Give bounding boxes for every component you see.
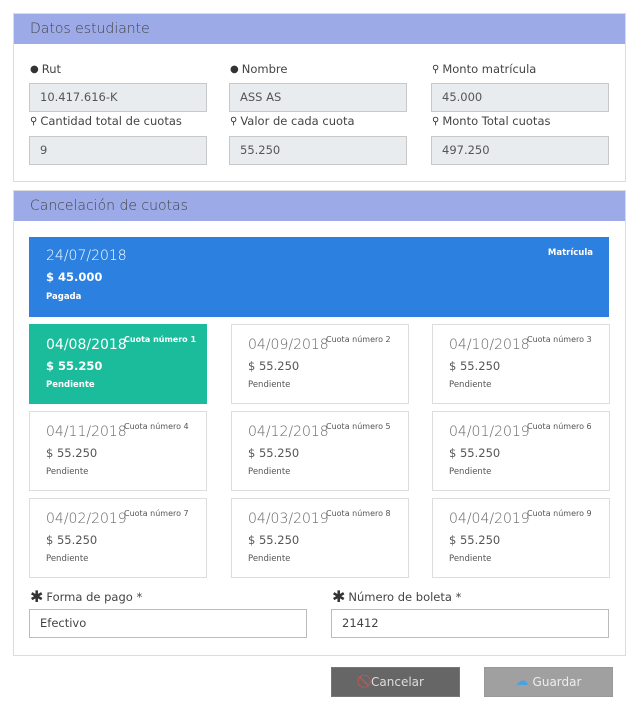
save-button[interactable]: ☁ Guardar (484, 667, 613, 697)
cuota-number: Cuota número 5 (326, 422, 391, 431)
student-panel-title: Datos estudiante (14, 14, 625, 44)
user-icon: ● (230, 63, 239, 75)
cuota-amount: $ 55.250 (449, 446, 501, 460)
cuota-status: Pendiente (449, 467, 492, 477)
cuota-card[interactable]: 04/03/2019 Cuota número 8 $ 55.250 Pendi… (231, 498, 409, 578)
cuota-status: Pendiente (46, 554, 89, 564)
cuota-number: Cuota número 7 (124, 509, 189, 518)
cuota-amount: $ 55.250 (248, 359, 300, 373)
cuota-card[interactable]: 04/10/2018 Cuota número 3 $ 55.250 Pendi… (432, 324, 610, 404)
cuota-status: Pendiente (248, 380, 291, 390)
field-value[interactable]: 10.417.616-K (29, 83, 207, 112)
payments-panel-title: Cancelación de cuotas (14, 191, 625, 221)
cuota-number: Cuota número 1 (124, 335, 197, 344)
cuota-date: 04/08/2018 (46, 337, 127, 353)
field-value[interactable]: 55.250 (229, 136, 407, 165)
cuota-date: 04/01/2019 (449, 424, 530, 440)
cuota-amount: $ 55.250 (248, 533, 300, 547)
cuota-date: 04/10/2018 (449, 337, 530, 353)
field-label: ⚲ Monto Total cuotas (432, 114, 551, 128)
matricula-date: 24/07/2018 (46, 248, 127, 264)
cuota-status: Pendiente (248, 554, 291, 564)
cancel-button[interactable]: ⃠ Cancelar (331, 667, 460, 697)
asterisk-icon: ✱ (30, 587, 44, 606)
cuota-status: Pendiente (46, 467, 89, 477)
cuota-number: Cuota número 4 (124, 422, 189, 431)
field-label: ● Rut (30, 62, 62, 76)
field-value[interactable]: ASS AS (229, 83, 407, 112)
cuota-date: 04/03/2019 (248, 511, 329, 527)
cuota-amount: $ 55.250 (449, 533, 501, 547)
cuota-number: Cuota número 8 (326, 509, 391, 518)
matricula-card[interactable]: 24/07/2018 $ 45.000 Pagada Matrícula (29, 237, 609, 317)
forma-pago-label: ✱ Forma de pago * (30, 587, 143, 606)
key-icon: ⚲ (432, 63, 440, 75)
cuota-card[interactable]: 04/08/2018 Cuota número 1 $ 55.250 Pendi… (29, 324, 207, 404)
cuota-card[interactable]: 04/09/2018 Cuota número 2 $ 55.250 Pendi… (231, 324, 409, 404)
cuota-date: 04/09/2018 (248, 337, 329, 353)
cuota-card[interactable]: 04/04/2019 Cuota número 9 $ 55.250 Pendi… (432, 498, 610, 578)
cuota-amount: $ 55.250 (46, 359, 103, 373)
matricula-amount: $ 45.000 (46, 270, 103, 284)
cuota-number: Cuota número 9 (527, 509, 592, 518)
cuota-date: 04/02/2019 (46, 511, 127, 527)
cuota-date: 04/12/2018 (248, 424, 329, 440)
cuota-card[interactable]: 04/11/2018 Cuota número 4 $ 55.250 Pendi… (29, 411, 207, 491)
cuota-status: Pendiente (449, 380, 492, 390)
cuota-card[interactable]: 04/02/2019 Cuota número 7 $ 55.250 Pendi… (29, 498, 207, 578)
field-value[interactable]: 9 (29, 136, 207, 165)
boleta-label: ✱ Número de boleta * (332, 587, 462, 606)
cuota-number: Cuota número 3 (527, 335, 592, 344)
cuota-number: Cuota número 6 (527, 422, 592, 431)
key-icon: ⚲ (432, 115, 440, 127)
cuota-date: 04/11/2018 (46, 424, 127, 440)
cuota-status: Pendiente (46, 380, 95, 390)
field-label: ⚲ Valor de cada cuota (230, 114, 355, 128)
user-icon: ● (30, 63, 39, 75)
forma-pago-input[interactable]: Efectivo (29, 609, 307, 638)
asterisk-icon: ✱ (332, 587, 346, 606)
cuota-number: Cuota número 2 (326, 335, 391, 344)
cuota-status: Pendiente (248, 467, 291, 477)
boleta-input[interactable]: 21412 (331, 609, 609, 638)
cuota-amount: $ 55.250 (46, 446, 98, 460)
field-label: ● Nombre (230, 62, 288, 76)
matricula-status: Pagada (46, 292, 82, 302)
cuota-date: 04/04/2019 (449, 511, 530, 527)
field-label: ⚲ Cantidad total de cuotas (30, 114, 182, 128)
cuota-amount: $ 55.250 (46, 533, 98, 547)
matricula-label: Matrícula (547, 248, 593, 258)
cuota-amount: $ 55.250 (449, 359, 501, 373)
cuota-card[interactable]: 04/01/2019 Cuota número 6 $ 55.250 Pendi… (432, 411, 610, 491)
field-value[interactable]: 45.000 (431, 83, 609, 112)
key-icon: ⚲ (30, 115, 38, 127)
key-icon: ⚲ (230, 115, 238, 127)
cuota-status: Pendiente (449, 554, 492, 564)
cuota-amount: $ 55.250 (248, 446, 300, 460)
field-label: ⚲ Monto matrícula (432, 62, 537, 76)
cuota-card[interactable]: 04/12/2018 Cuota número 5 $ 55.250 Pendi… (231, 411, 409, 491)
field-value[interactable]: 497.250 (431, 136, 609, 165)
cloud-icon: ☁ (515, 674, 529, 689)
